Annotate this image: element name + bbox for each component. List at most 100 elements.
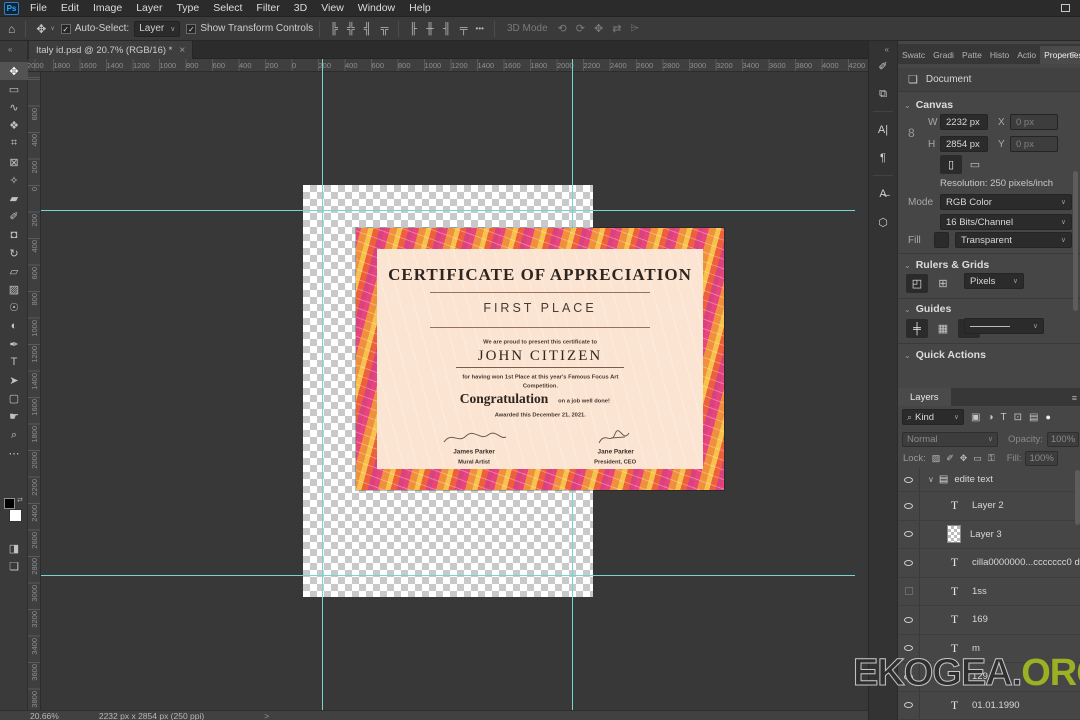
width-field[interactable]: 2232 px [940, 114, 988, 130]
layer-visibility-toggle[interactable] [898, 577, 920, 605]
bit-depth-dropdown[interactable]: 16 Bits/Channel ∨ [940, 214, 1072, 230]
type-tool[interactable]: T [0, 353, 28, 371]
move-tool[interactable]: ✥ [0, 62, 28, 80]
layer-filter-dropdown[interactable]: ⌕ Kind ∨ [902, 409, 964, 425]
panel-menu-icon[interactable]: ≡ [1072, 393, 1077, 403]
horizontal-guide[interactable] [41, 210, 855, 211]
layer-visibility-toggle[interactable] [898, 468, 920, 491]
auto-select-checkbox[interactable]: ✓ [60, 23, 71, 34]
pen-tool[interactable]: ✒ [0, 335, 28, 353]
opacity-field[interactable]: 100% [1046, 431, 1080, 447]
zoom-tool[interactable]: ⌕ [0, 426, 28, 444]
lock-artboard-icon[interactable]: ▭ [973, 453, 982, 464]
units-dropdown[interactable]: Pixels ∨ [964, 273, 1024, 289]
guides-section-header[interactable]: ⌄ Guides [904, 303, 951, 315]
lasso-tool[interactable]: ∿ [0, 98, 28, 116]
eyedropper-tool[interactable]: ✧ [0, 171, 28, 189]
height-field[interactable]: 2854 px [940, 136, 988, 152]
rulers-grids-section-header[interactable]: ⌄ Rulers & Grids [904, 259, 989, 271]
crop-tool[interactable]: ⌗ [0, 135, 28, 153]
grid-icon[interactable]: ⊞ [932, 274, 954, 293]
tab-histo[interactable]: Histo [986, 46, 1013, 64]
chevron-down-icon[interactable]: ∨ [50, 25, 54, 32]
layer-visibility-toggle[interactable] [898, 492, 920, 520]
3d-camera-icon[interactable]: ⌲ [630, 22, 639, 35]
foreground-color-swatch[interactable] [4, 498, 15, 509]
distribute-horizontal-icon[interactable]: ╢ [443, 23, 451, 35]
fill-dropdown[interactable]: Transparent ∨ [955, 232, 1072, 248]
filter-adjustment-icon[interactable]: ◑ [987, 412, 993, 423]
menu-layer[interactable]: Layer [129, 0, 169, 17]
menu-view[interactable]: View [314, 0, 351, 17]
clone-source-icon[interactable]: ⧉ [872, 83, 894, 105]
quick-mask-button[interactable]: ◨ [0, 539, 28, 557]
3d-roll-icon[interactable]: ⟳ [576, 22, 585, 35]
more-options-icon[interactable]: ••• [476, 24, 484, 33]
filter-smart-icon[interactable]: ▤ [1029, 412, 1038, 423]
layer-name[interactable]: 1ss [972, 586, 987, 597]
dodge-tool[interactable]: ◐ [0, 317, 28, 335]
tab-patte[interactable]: Patte [958, 46, 986, 64]
layer-visibility-toggle[interactable] [898, 520, 920, 548]
3d-drag-icon[interactable]: ✥ [594, 22, 603, 35]
guides-icon[interactable]: ╪ [906, 319, 928, 338]
auto-select-dropdown[interactable]: Layer ∨ [134, 20, 181, 37]
brush-tool[interactable]: ✐ [0, 208, 28, 226]
toolbar-more-icon[interactable]: ⋯ [0, 444, 28, 462]
screen-mode-button[interactable]: ❏ [0, 557, 28, 575]
status-chevron-icon[interactable]: > [264, 711, 269, 720]
align-right-icon[interactable]: ╣ [364, 23, 372, 35]
hand-tool[interactable]: ☛ [0, 408, 28, 426]
layer-row[interactable]: T Layer 2 [898, 492, 1080, 521]
brush-settings-icon[interactable]: ✐ [872, 55, 894, 77]
layer-name[interactable]: cilla0000000...ccccccc0 d [972, 557, 1080, 568]
blend-mode-dropdown[interactable]: Normal ∨ [902, 431, 998, 447]
lock-all-icon[interactable]: ⚿ [988, 453, 995, 464]
panel-menu-icon[interactable]: ≡ [1071, 49, 1076, 59]
canvas-area[interactable]: CERTIFICATE OF APPRECIATION FIRST PLACE … [41, 72, 868, 710]
align-left-icon[interactable]: ╠ [330, 23, 338, 35]
menu-3d[interactable]: 3D [287, 0, 314, 17]
distribute-top-icon[interactable]: ╤ [460, 23, 468, 35]
tab-actio[interactable]: Actio [1013, 46, 1040, 64]
swap-colors-icon[interactable]: ⇄ [17, 496, 23, 504]
frame-tool[interactable]: ⊠ [0, 153, 28, 171]
chevron-down-icon[interactable]: ∨ [928, 475, 934, 484]
horizontal-guide[interactable] [41, 575, 855, 576]
layer-row[interactable]: T 01.01.1990 [898, 691, 1080, 720]
layer-row[interactable]: Tcilla0000000...ccccccc0 d [898, 549, 1080, 578]
layer-row[interactable]: T 1ss [898, 577, 1080, 606]
document-tab[interactable]: Italy id.psd @ 20.7% (RGB/16) * × [29, 41, 194, 59]
layer-row[interactable]: Layer 3 [898, 520, 1080, 549]
link-dimensions-icon[interactable]: 8 [908, 126, 915, 140]
lock-move-icon[interactable]: ✥ [960, 453, 968, 464]
fill-color-checkbox[interactable] [934, 232, 949, 248]
lock-transparent-icon[interactable]: ▨ [932, 453, 941, 464]
menu-image[interactable]: Image [86, 0, 129, 17]
ruler-icon[interactable]: ◰ [906, 274, 928, 293]
zoom-level[interactable]: 20.66% [30, 711, 59, 720]
layer-name[interactable]: Layer 2 [972, 500, 1004, 511]
3d-rotate-icon[interactable]: ⟲ [558, 22, 567, 35]
canvas-section-header[interactable]: ⌄ Canvas [904, 99, 953, 111]
orientation-portrait-button[interactable]: ▯ [940, 155, 962, 174]
fill-field[interactable]: 100% [1025, 451, 1058, 466]
layer-visibility-toggle[interactable] [898, 549, 920, 577]
color-mode-dropdown[interactable]: RGB Color ∨ [940, 194, 1072, 210]
vertical-guide[interactable] [322, 59, 323, 710]
move-tool-icon[interactable]: ✥ [32, 22, 50, 36]
expand-panels-icon[interactable]: « [885, 45, 889, 54]
shape-tool[interactable]: ▢ [0, 390, 28, 408]
vertical-ruler[interactable]: 600 400 200 0 200 400 600 800 1000 1200 1400 1600 18… [28, 72, 41, 710]
layer-name[interactable]: Layer 3 [970, 529, 1002, 540]
filter-shape-icon[interactable]: ⊡ [1014, 412, 1022, 423]
distribute-vertical-icon[interactable]: ╟ [409, 23, 417, 35]
collapse-icon[interactable]: « [8, 45, 12, 54]
horizontal-ruler[interactable]: 2000 1800 1600 1400 1200 1000 800 600 400 200 0 200… [28, 59, 868, 72]
layer-row[interactable]: T 169 [898, 606, 1080, 635]
path-select-tool[interactable]: ➤ [0, 371, 28, 389]
layer-row[interactable]: ∨ ▤ edite text [898, 468, 1080, 492]
object-selection-tool[interactable]: ❖ [0, 117, 28, 135]
marquee-tool[interactable]: ▭ [0, 80, 28, 98]
3d-slide-icon[interactable]: ⇄ [612, 22, 621, 35]
